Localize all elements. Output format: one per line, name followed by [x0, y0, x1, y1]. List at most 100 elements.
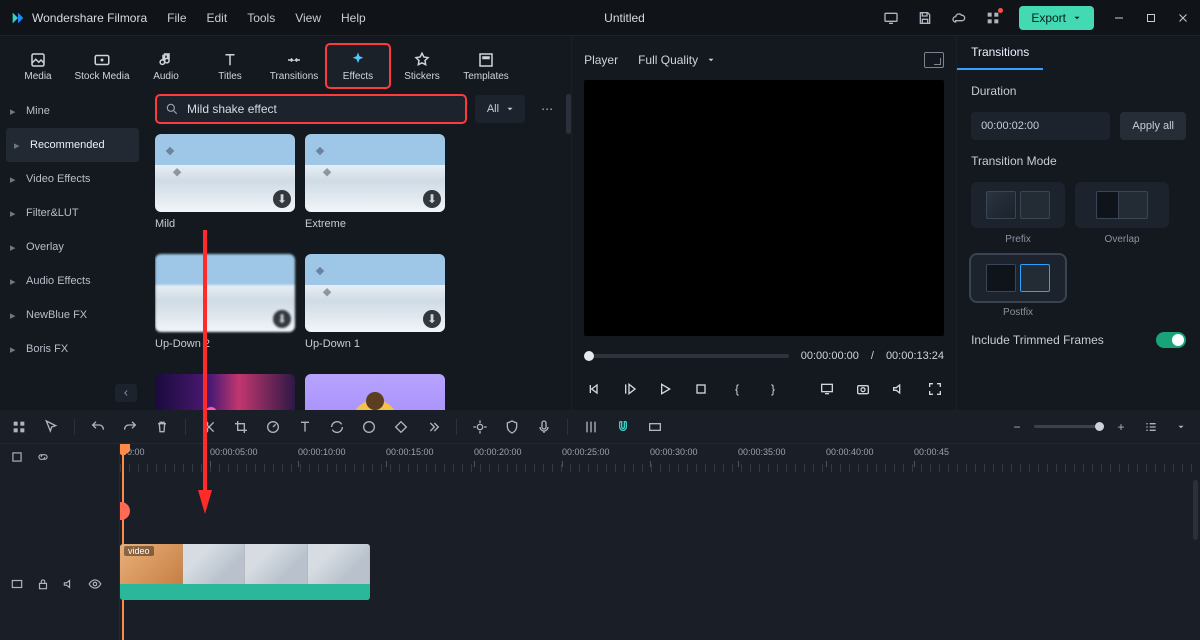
tl-crop-icon[interactable]: [232, 418, 250, 436]
tl-undo-icon[interactable]: [89, 418, 107, 436]
tl-grid-icon[interactable]: [10, 418, 28, 436]
mode-prefix[interactable]: Prefix: [971, 182, 1065, 245]
sidebar-item-audio-effects[interactable]: ▸Audio Effects: [0, 264, 145, 298]
track-mute-icon[interactable]: [62, 577, 76, 594]
tl-mic-icon[interactable]: [535, 418, 553, 436]
apply-all-button[interactable]: Apply all: [1120, 112, 1186, 140]
effect-card-extreme[interactable]: ⬇ Extreme: [305, 134, 445, 230]
tab-media[interactable]: Media: [6, 44, 70, 88]
window-maximize-icon[interactable]: [1144, 11, 1158, 25]
timeline-marker[interactable]: [120, 502, 130, 520]
tab-transitions-props[interactable]: Transitions: [957, 36, 1043, 70]
tab-stickers[interactable]: Stickers: [390, 44, 454, 88]
tl-more-icon[interactable]: [424, 418, 442, 436]
player-viewport[interactable]: [584, 80, 944, 336]
mode-overlap[interactable]: Overlap: [1075, 182, 1169, 245]
include-trimmed-toggle[interactable]: [1156, 332, 1186, 348]
track-lock-icon[interactable]: [36, 577, 50, 594]
tl-keyframe-icon[interactable]: [392, 418, 410, 436]
apps-icon[interactable]: [985, 10, 1001, 26]
effect-card-mild[interactable]: ⬇ Mild: [155, 134, 295, 230]
player-tab[interactable]: Player: [584, 53, 618, 67]
tab-titles[interactable]: Titles: [198, 44, 262, 88]
tab-templates[interactable]: Templates: [454, 44, 518, 88]
tl-ratio-icon[interactable]: [646, 418, 664, 436]
player-quality-dropdown[interactable]: Full Quality: [638, 53, 716, 67]
menu-file[interactable]: File: [167, 11, 186, 25]
tab-transitions[interactable]: Transitions: [262, 44, 326, 88]
zoom-in-icon[interactable]: +: [1112, 418, 1130, 436]
effect-card-5[interactable]: [155, 374, 295, 410]
effect-card-6[interactable]: [305, 374, 445, 410]
player-mark-in-icon[interactable]: {: [728, 380, 746, 398]
tl-gutter-nest-icon[interactable]: [10, 450, 24, 467]
device-icon[interactable]: [883, 10, 899, 26]
tl-color-icon[interactable]: [360, 418, 378, 436]
tl-mixer-icon[interactable]: [582, 418, 600, 436]
menu-help[interactable]: Help: [341, 11, 366, 25]
tl-refresh-icon[interactable]: [328, 418, 346, 436]
tab-stock-media[interactable]: Stock Media: [70, 44, 134, 88]
timeline-ruler[interactable]: 00:00 00:00:05:00 00:00:10:00 00:00:15:0…: [120, 444, 1200, 474]
window-minimize-icon[interactable]: [1112, 11, 1126, 25]
tl-view-menu-icon[interactable]: [1172, 418, 1190, 436]
tl-cursor-icon[interactable]: [42, 418, 60, 436]
effect-card-updown-1[interactable]: ⬇ Up-Down 1: [305, 254, 445, 350]
sidebar-item-boris-fx[interactable]: ▸Boris FX: [0, 332, 145, 366]
player-mark-out-icon[interactable]: }: [764, 380, 782, 398]
tl-magnet-icon[interactable]: [614, 418, 632, 436]
player-play-pause-icon[interactable]: [620, 380, 638, 398]
properties-tabs: Transitions: [957, 36, 1200, 70]
track-video-icon[interactable]: [10, 577, 24, 594]
player-camera-icon[interactable]: [854, 380, 872, 398]
search-input[interactable]: Mild shake effect: [155, 94, 467, 124]
sidebar-item-video-effects[interactable]: ▸Video Effects: [0, 162, 145, 196]
sidebar-item-overlay[interactable]: ▸Overlay: [0, 230, 145, 264]
menu-view[interactable]: View: [295, 11, 321, 25]
tl-redo-icon[interactable]: [121, 418, 139, 436]
track-eye-icon[interactable]: [88, 577, 102, 594]
timeline-playhead[interactable]: [122, 444, 124, 640]
menu-tools[interactable]: Tools: [247, 11, 275, 25]
save-icon[interactable]: [917, 10, 933, 26]
player-seekbar[interactable]: [584, 354, 789, 358]
snapshot-icon[interactable]: [924, 52, 944, 68]
sidebar-collapse-button[interactable]: [115, 384, 137, 402]
sidebar-item-recommended[interactable]: ▸Recommended: [6, 128, 139, 162]
tab-effects[interactable]: Effects: [326, 44, 390, 88]
window-close-icon[interactable]: [1176, 11, 1190, 25]
menu-edit[interactable]: Edit: [207, 11, 228, 25]
player-volume-icon[interactable]: [890, 380, 908, 398]
timeline[interactable]: 00:00 00:00:05:00 00:00:10:00 00:00:15:0…: [120, 444, 1200, 640]
player-prev-icon[interactable]: [584, 380, 602, 398]
timeline-clip-video[interactable]: video: [120, 544, 370, 600]
tl-marker-icon[interactable]: [471, 418, 489, 436]
sidebar-item-filter-lut[interactable]: ▸Filter&LUT: [0, 196, 145, 230]
player-play-icon[interactable]: [656, 380, 674, 398]
zoom-slider[interactable]: [1034, 425, 1104, 428]
cloud-icon[interactable]: [951, 10, 967, 26]
tl-split-icon[interactable]: [200, 418, 218, 436]
tl-speed-icon[interactable]: [264, 418, 282, 436]
player-stop-icon[interactable]: [692, 380, 710, 398]
mode-postfix[interactable]: Postfix: [971, 255, 1065, 318]
tl-zoom-control[interactable]: − +: [1008, 418, 1130, 436]
gallery-scrollbar[interactable]: [566, 94, 571, 134]
timeline-scrollbar[interactable]: [1193, 480, 1198, 540]
player-display-icon[interactable]: [818, 380, 836, 398]
zoom-out-icon[interactable]: −: [1008, 418, 1026, 436]
tl-shield-icon[interactable]: [503, 418, 521, 436]
tl-list-icon[interactable]: [1142, 418, 1160, 436]
sidebar-item-mine[interactable]: ▸Mine: [0, 94, 145, 128]
sidebar-item-newblue-fx[interactable]: ▸NewBlue FX: [0, 298, 145, 332]
player-fullscreen-icon[interactable]: [926, 380, 944, 398]
tab-audio[interactable]: Audio: [134, 44, 198, 88]
duration-input[interactable]: 00:00:02:00: [971, 112, 1110, 140]
effect-card-updown-2[interactable]: ⬇ Up-Down 2: [155, 254, 295, 350]
gallery-more-button[interactable]: ⋯: [533, 95, 561, 123]
gallery-filter-dropdown[interactable]: All: [475, 95, 525, 123]
tl-delete-icon[interactable]: [153, 418, 171, 436]
tl-text-icon[interactable]: [296, 418, 314, 436]
tl-gutter-link-icon[interactable]: [36, 450, 50, 467]
export-button[interactable]: Export: [1019, 6, 1094, 30]
